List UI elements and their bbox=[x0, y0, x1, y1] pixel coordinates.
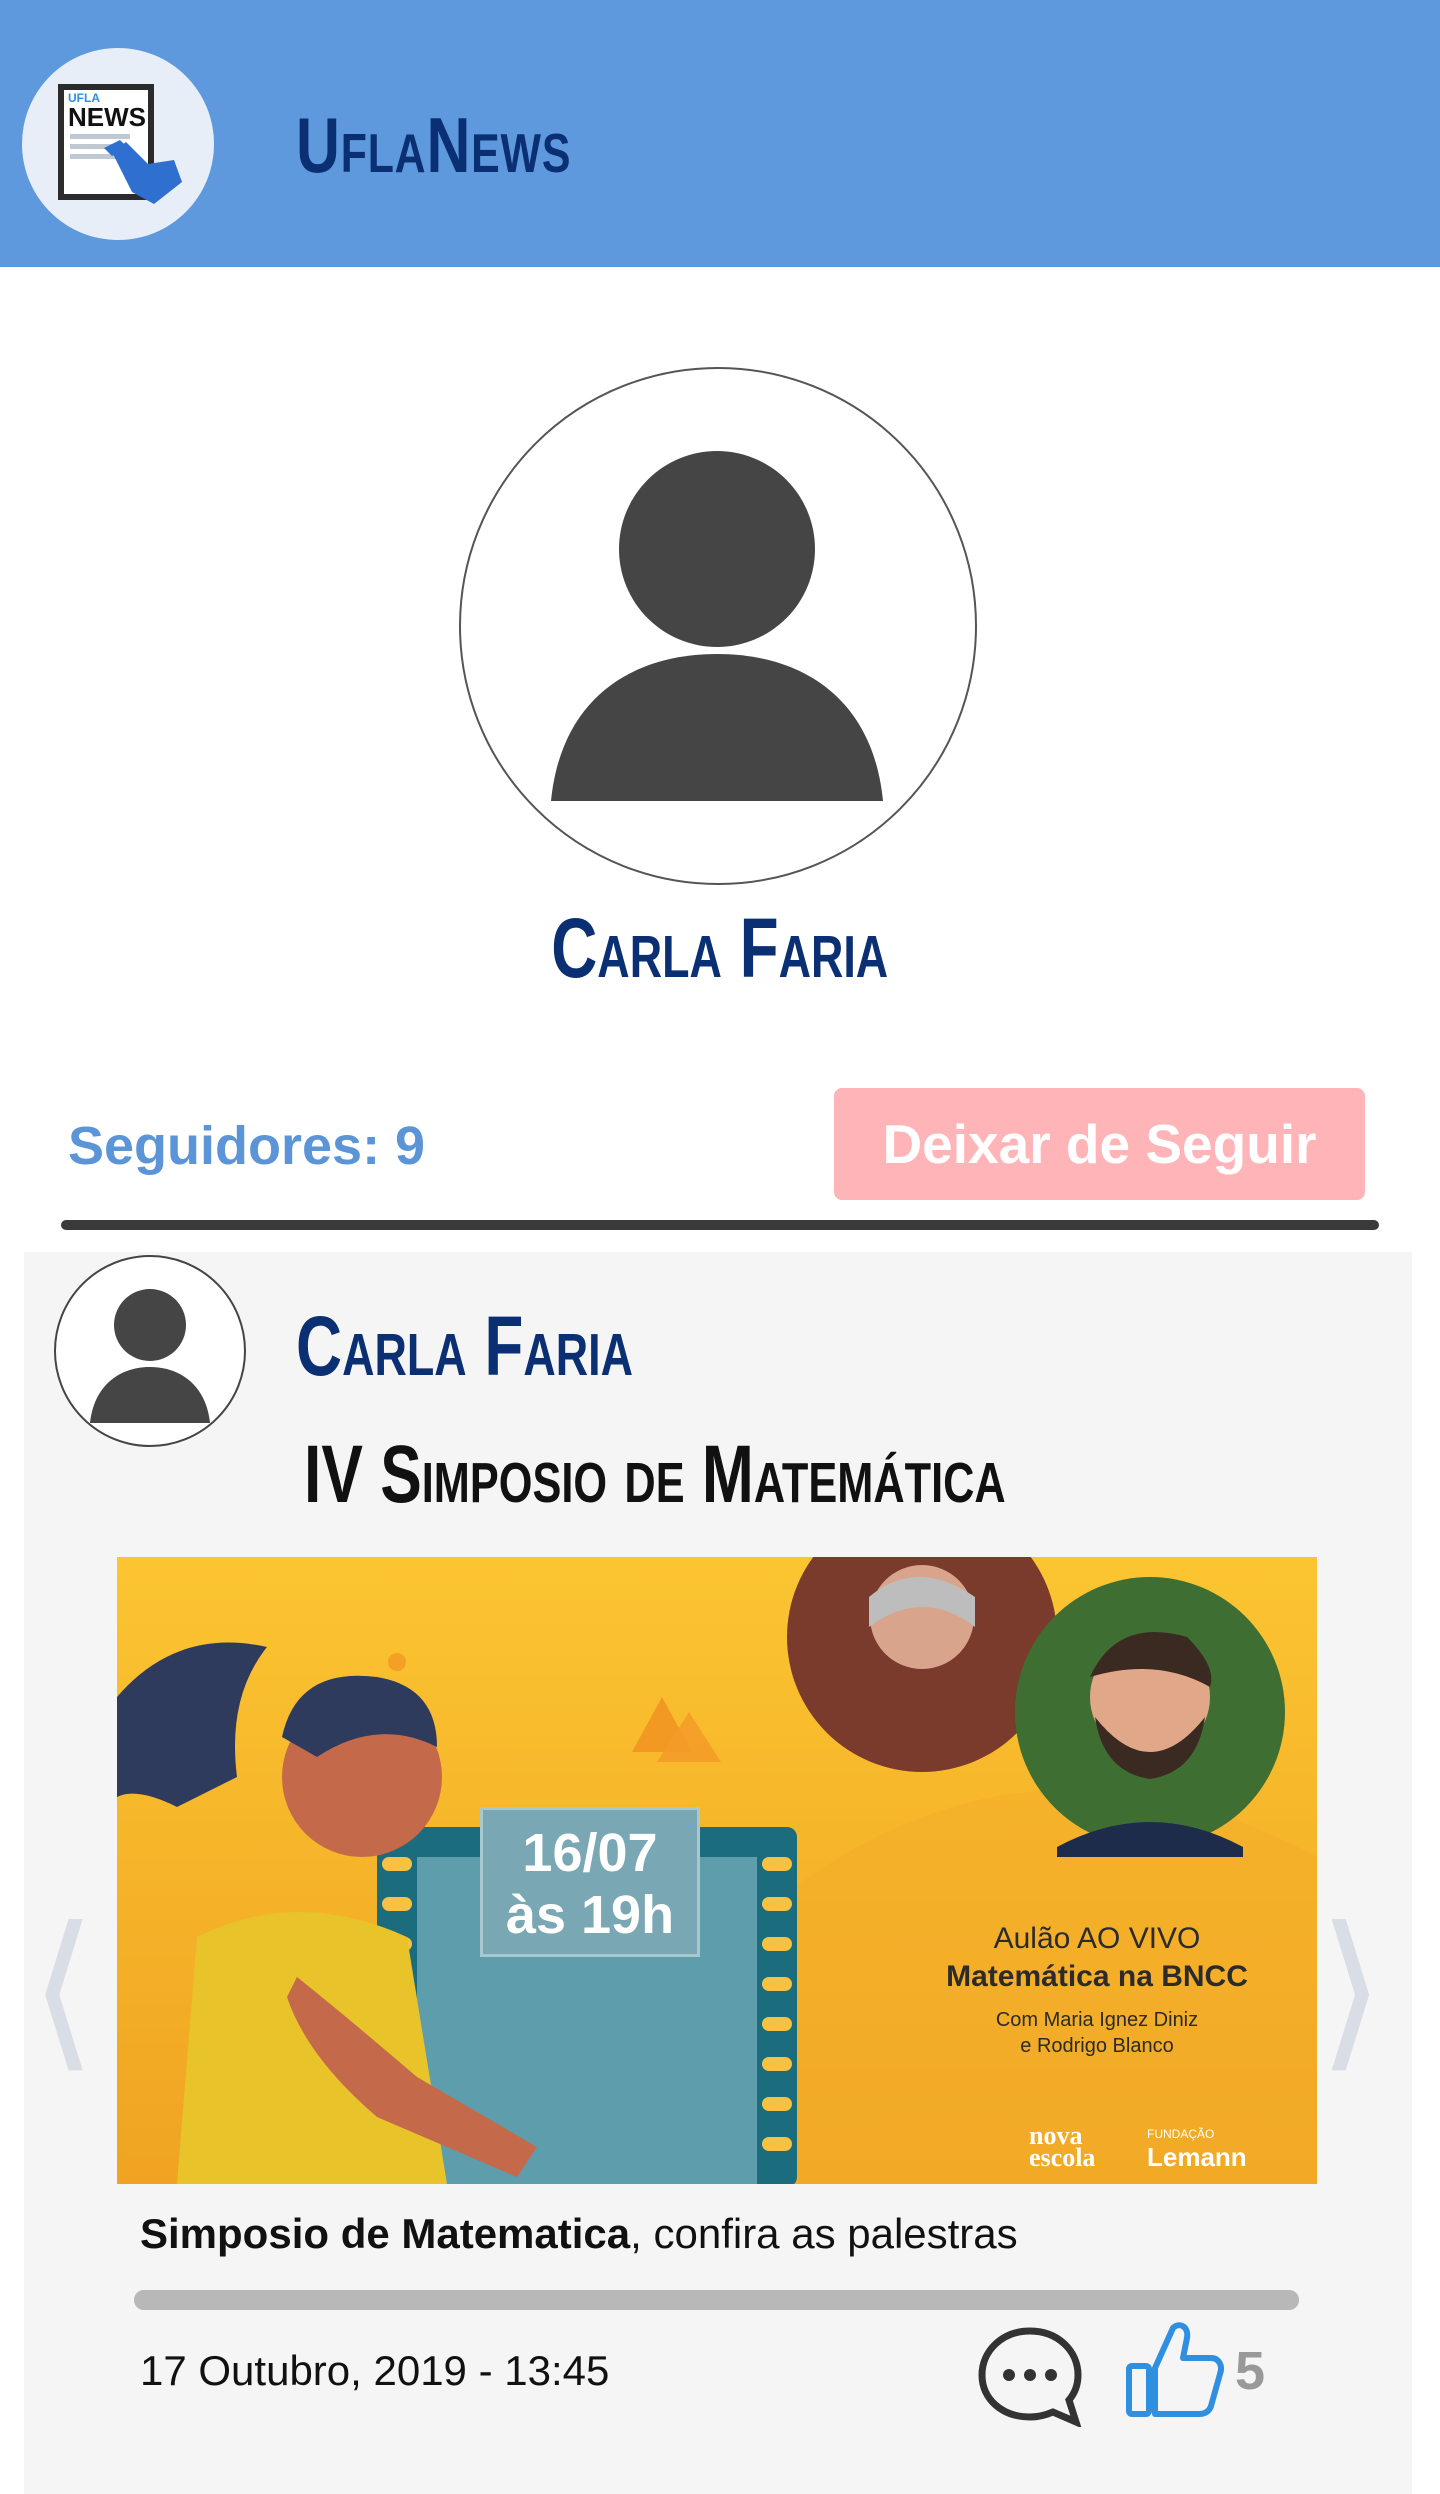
chevron-right-icon[interactable]: ⟩ bbox=[1318, 1905, 1384, 2075]
news-logo-icon: UFLA NEWS bbox=[58, 84, 182, 204]
banner-subtitle: Aulão AO VIVO bbox=[993, 1922, 1201, 1955]
user-silhouette-icon bbox=[90, 1289, 210, 1423]
app-logo[interactable]: UFLA NEWS bbox=[22, 48, 214, 240]
followers-count[interactable]: Seguidores: 9 bbox=[68, 1115, 425, 1177]
post-date: 17 Outubro, 2019 - 13:45 bbox=[140, 2347, 610, 2394]
section-divider bbox=[61, 1220, 1379, 1230]
post-image[interactable]: 16/07 às 19h Aulão AO VIVO Matemática na… bbox=[117, 1557, 1317, 2184]
svg-text:NEWS: NEWS bbox=[68, 102, 146, 132]
post-author-name[interactable]: Carla Faria bbox=[296, 1298, 633, 1395]
comment-button[interactable] bbox=[976, 2325, 1084, 2429]
banner-heading: Matemática na BNCC bbox=[946, 1960, 1248, 1993]
lemann-logo-label: FUNDAÇÃO bbox=[1147, 2127, 1215, 2141]
comment-bubble-icon bbox=[978, 2327, 1082, 2429]
lemann-logo: Lemann bbox=[1147, 2142, 1247, 2172]
nova-escola-logo: nova escola bbox=[1029, 2121, 1096, 2172]
profile-avatar bbox=[459, 367, 977, 885]
like-button[interactable] bbox=[1125, 2318, 1225, 2420]
carousel-progress-fill bbox=[134, 2290, 1299, 2310]
post-caption: Simposio de Matematica, confira as pales… bbox=[140, 2210, 1018, 2257]
thumbs-up-icon bbox=[1126, 2322, 1224, 2417]
chevron-left-icon[interactable]: ⟨ bbox=[30, 1905, 96, 2075]
app-header: UFLA NEWS UflaNews bbox=[0, 0, 1440, 267]
event-illustration bbox=[117, 1557, 1317, 2184]
profile-name: Carla Faria bbox=[551, 901, 889, 995]
app-title: UflaNews bbox=[296, 101, 572, 189]
post-author-avatar[interactable] bbox=[54, 1255, 246, 1447]
banner-date-box: 16/07 às 19h bbox=[480, 1807, 700, 1957]
banner-speakers: Com Maria Ignez Diniz e Rodrigo Blanco bbox=[995, 2009, 1199, 2057]
carousel-progress bbox=[134, 2290, 1299, 2310]
unfollow-button[interactable]: Deixar de Seguir bbox=[834, 1088, 1365, 1200]
like-count: 5 bbox=[1235, 2341, 1266, 2401]
user-silhouette-icon bbox=[551, 451, 883, 801]
post-title: IV Simposio de Matemática bbox=[304, 1429, 1006, 1520]
